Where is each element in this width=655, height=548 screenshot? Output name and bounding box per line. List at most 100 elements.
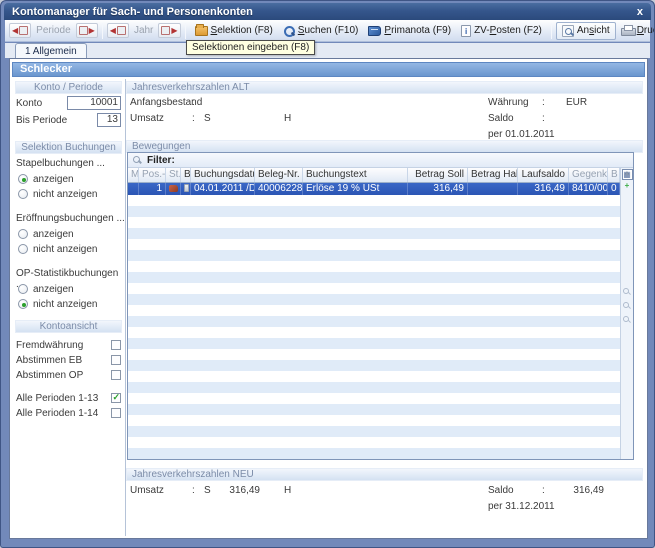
checkbox-checked-icon[interactable]: [111, 393, 121, 403]
radio-icon[interactable]: [18, 284, 28, 294]
abstimmen-op-checkbox-row[interactable]: Abstimmen OP: [16, 369, 121, 381]
table-row[interactable]: [128, 294, 620, 305]
zoom-in-icon[interactable]: [623, 288, 631, 296]
table-row[interactable]: [128, 217, 620, 228]
table-row[interactable]: [128, 393, 620, 404]
col-laufsaldo[interactable]: Laufsaldo: [518, 168, 569, 182]
table-row[interactable]: [128, 195, 620, 206]
table-row[interactable]: [128, 250, 620, 261]
abstimmen-eb-checkbox-row[interactable]: Abstimmen EB: [16, 354, 121, 366]
row-haben: [468, 183, 518, 195]
table-row[interactable]: [128, 206, 620, 217]
op-anzeigen-option[interactable]: anzeigen: [18, 283, 121, 295]
checkbox-icon[interactable]: [111, 355, 121, 365]
row-pos: 1: [139, 183, 166, 195]
col-buchungsdatum[interactable]: Buchungsdatum▲: [191, 168, 255, 182]
col-gegenkonto[interactable]: Gegenkonto: [569, 168, 608, 182]
konto-input[interactable]: 10001: [67, 96, 121, 110]
drucken-button[interactable]: Drucken: [616, 23, 655, 38]
table-row[interactable]: [128, 404, 620, 415]
table-row[interactable]: [128, 448, 620, 459]
col-beleg-nr[interactable]: Beleg-Nr.: [255, 168, 303, 182]
alle-perioden-13-checkbox-row[interactable]: Alle Perioden 1-13: [16, 392, 121, 404]
eroeffnung-nicht-anzeigen-option[interactable]: nicht anzeigen: [18, 243, 121, 255]
checkbox-icon[interactable]: [111, 370, 121, 380]
tab-allgemein[interactable]: 1 Allgemein: [15, 43, 87, 58]
zoom-out-icon[interactable]: [623, 316, 631, 324]
grid-header-row[interactable]: M Pos.-nr St. B Buchungsdatum▲ Beleg-Nr.…: [128, 168, 620, 183]
search-icon: [283, 25, 295, 37]
bis-periode-field-row: Bis Periode 13: [16, 113, 121, 127]
section-kontoansicht-header: Kontoansicht: [15, 320, 122, 333]
col-st[interactable]: St.: [166, 168, 181, 182]
table-row[interactable]: [128, 316, 620, 327]
radio-icon[interactable]: [18, 189, 28, 199]
col-b2[interactable]: B: [608, 168, 620, 182]
alle-perioden-14-checkbox-row[interactable]: Alle Perioden 1-14: [16, 407, 121, 419]
radio-icon[interactable]: [18, 229, 28, 239]
insert-row-icon[interactable]: +: [621, 181, 633, 190]
main-panel: Schlecker Konto / Periode Konto 10001 Bi…: [9, 58, 648, 539]
periode-prev-button[interactable]: ◀: [9, 23, 31, 38]
table-row[interactable]: [128, 239, 620, 250]
col-pos-nr[interactable]: Pos.-nr: [139, 168, 166, 182]
radio-icon[interactable]: [18, 244, 28, 254]
selektion-button[interactable]: Selektion (F8): [190, 23, 278, 38]
stapel-nicht-anzeigen-option[interactable]: nicht anzeigen: [18, 188, 121, 200]
table-row[interactable]: [128, 228, 620, 239]
op-nicht-anzeigen-option[interactable]: nicht anzeigen: [18, 298, 121, 310]
stapel-anzeigen-option[interactable]: anzeigen: [18, 173, 121, 185]
empty-rows-area: [128, 195, 620, 459]
zoom-icon[interactable]: [623, 302, 631, 310]
jahr-prev-button[interactable]: ◀: [107, 23, 129, 38]
arrow-right-icon: ▶: [171, 27, 177, 35]
radio-selected-icon[interactable]: [18, 174, 28, 184]
table-row[interactable]: [128, 272, 620, 283]
bis-periode-input[interactable]: 13: [97, 113, 121, 127]
table-row[interactable]: [128, 382, 620, 393]
fremdwaehrung-checkbox-row[interactable]: Fremdwährung: [16, 339, 121, 351]
scroll-up-icon[interactable]: ▲: [621, 170, 633, 177]
table-row[interactable]: [128, 349, 620, 360]
table-row[interactable]: [128, 360, 620, 371]
col-m[interactable]: M: [128, 168, 139, 182]
printer-icon: [621, 25, 634, 36]
table-row[interactable]: [128, 327, 620, 338]
table-row-selected[interactable]: 1 04.01.2011 /Di 40006228 Erlöse 19 % US…: [128, 183, 620, 195]
col-b[interactable]: B: [181, 168, 191, 182]
table-row[interactable]: [128, 338, 620, 349]
vertical-scrollbar[interactable]: ▦ ▲ +: [620, 168, 633, 459]
table-row[interactable]: [128, 437, 620, 448]
row-text: Erlöse 19 % USt: [303, 183, 408, 195]
table-row[interactable]: [128, 426, 620, 437]
close-icon[interactable]: x: [629, 6, 651, 18]
jahr-label: Jahr: [132, 25, 155, 36]
col-betrag-soll[interactable]: Betrag Soll: [408, 168, 468, 182]
table-row[interactable]: [128, 261, 620, 272]
arrow-right-icon: ▶: [89, 27, 95, 35]
zv-posten-button[interactable]: i ZV-Posten (F2): [456, 23, 547, 39]
table-row[interactable]: [128, 283, 620, 294]
checkbox-icon[interactable]: [111, 408, 121, 418]
ansicht-button[interactable]: Ansicht: [556, 22, 616, 40]
filter-row[interactable]: Filter:: [128, 153, 633, 168]
saldo-neu-label: Saldo: [488, 485, 514, 496]
suchen-button[interactable]: Suchen (F10): [278, 23, 364, 39]
arrow-left-icon: ◀: [110, 27, 116, 35]
radio-selected-icon[interactable]: [18, 299, 28, 309]
col-betrag-haben[interactable]: Betrag Haben: [468, 168, 518, 182]
saldo-alt-label: Saldo: [488, 113, 514, 124]
table-row[interactable]: [128, 415, 620, 426]
table-row[interactable]: [128, 305, 620, 316]
title-bar[interactable]: Kontomanager für Sach- und Personenkonte…: [4, 3, 651, 20]
doc-icon: [184, 184, 189, 192]
jahr-next-button[interactable]: ▶: [158, 23, 180, 38]
table-row[interactable]: [128, 371, 620, 382]
col-buchungstext[interactable]: Buchungstext: [303, 168, 408, 182]
checkbox-icon[interactable]: [111, 340, 121, 350]
eroeffnung-anzeigen-option[interactable]: anzeigen: [18, 228, 121, 240]
calendar-icon: [19, 26, 28, 35]
periode-label: Periode: [34, 25, 72, 36]
periode-next-button[interactable]: ▶: [76, 23, 98, 38]
primanota-button[interactable]: Primanota (F9): [363, 23, 456, 38]
